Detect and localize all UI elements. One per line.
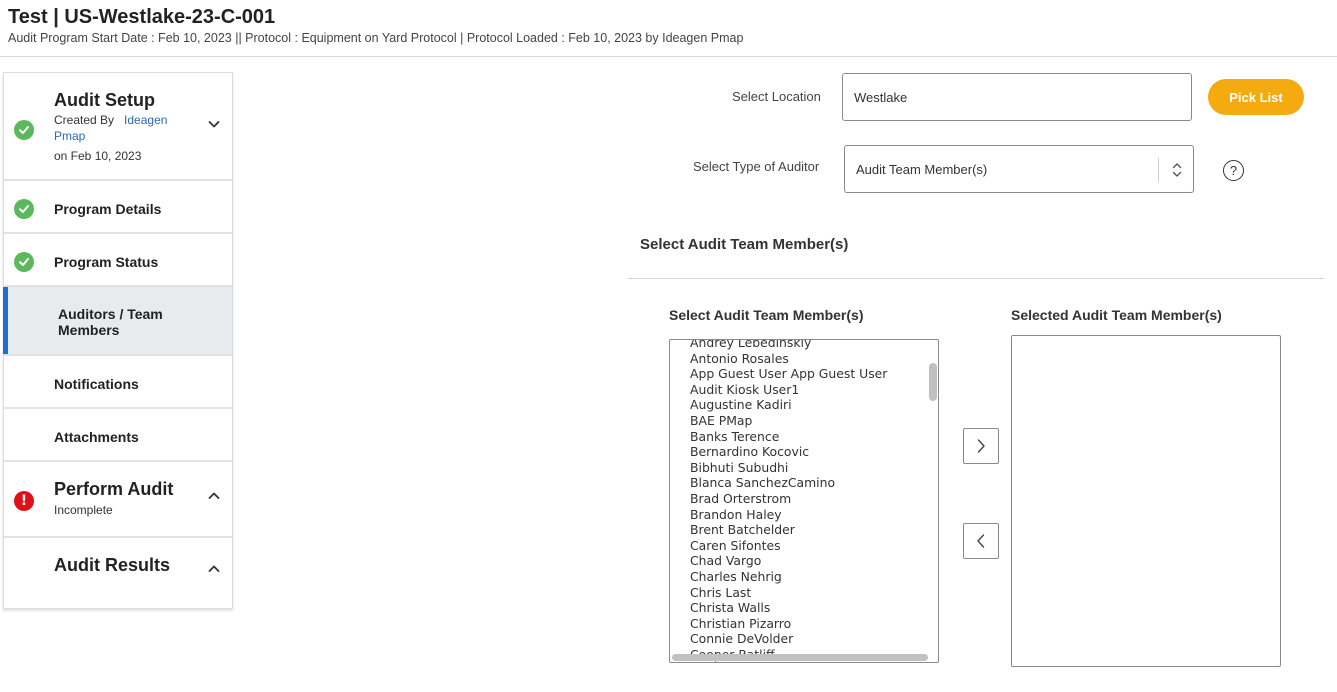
section-title-audit-results: Audit Results [54, 555, 171, 575]
up-down-caret-icon [1172, 163, 1182, 177]
check-icon [14, 120, 34, 140]
section-divider [628, 278, 1324, 279]
auditor-type-value: Audit Team Member(s) [856, 161, 988, 177]
location-label: Select Location [732, 89, 821, 104]
sidebar-section-perform-audit[interactable]: ! Perform Audit Incomplete [4, 462, 232, 538]
list-item[interactable]: Bernardino Kocovic [690, 444, 924, 460]
list-item[interactable]: Brent Batchelder [690, 522, 924, 538]
list-item[interactable]: Connie DeVolder [690, 631, 924, 647]
list-item[interactable]: Brad Orterstrom [690, 491, 924, 507]
add-member-button[interactable] [963, 428, 999, 464]
selected-members-listbox[interactable] [1011, 335, 1281, 667]
section-title-perform-audit: Perform Audit [54, 479, 174, 499]
list-item[interactable]: Antonio Rosales [690, 351, 924, 367]
list-item[interactable]: Christian Pizarro [690, 616, 924, 632]
pick-list-button[interactable]: Pick List [1208, 79, 1304, 115]
auditor-type-select[interactable]: Audit Team Member(s) [844, 145, 1194, 193]
selected-members-heading: Selected Audit Team Member(s) [1011, 307, 1222, 323]
sidebar-nav: Audit Setup Created By Ideagen Pmap on F… [3, 72, 233, 609]
vertical-scrollbar[interactable] [929, 363, 937, 401]
chevron-left-icon [977, 534, 985, 548]
location-field[interactable]: Westlake [842, 73, 1192, 121]
location-value: Westlake [854, 89, 908, 105]
sidebar-item-label: Program Details [54, 201, 162, 217]
list-item[interactable]: Bibhuti Subudhi [690, 460, 924, 476]
exclamation-icon: ! [14, 491, 34, 511]
created-by-info: Created By Ideagen Pmap [54, 112, 174, 144]
list-item[interactable]: Blanca SanchezCamino [690, 475, 924, 491]
sidebar-item-label: Attachments [54, 429, 139, 445]
list-item[interactable]: App Guest User App Guest User [690, 366, 924, 382]
select-separator [1158, 158, 1159, 182]
available-members-list: Andrey Lebedinskiy Antonio Rosales App Gue… [690, 340, 924, 662]
sidebar-item-label: Auditors / Team Members [58, 306, 163, 338]
chevron-down-icon[interactable] [208, 118, 220, 130]
list-item[interactable]: Audit Kiosk User1 [690, 382, 924, 398]
chevron-up-icon[interactable] [208, 490, 220, 502]
header-divider [0, 56, 1337, 57]
sidebar-item-notifications[interactable]: Notifications [4, 356, 232, 409]
page-title: Test | US-Westlake-23-C-001 [8, 6, 276, 28]
section-title-audit-setup: Audit Setup [54, 90, 155, 110]
list-item[interactable]: Caren Sifontes [690, 538, 924, 554]
page-header: Test | US-Westlake-23-C-001 Audit Progra… [8, 4, 1337, 46]
remove-member-button[interactable] [963, 523, 999, 559]
perform-audit-status: Incomplete [54, 503, 113, 517]
list-item[interactable]: Chad Vargo [690, 553, 924, 569]
list-item[interactable]: Chris Last [690, 585, 924, 601]
created-by-label: Created By [54, 113, 115, 127]
sidebar-item-label: Notifications [54, 376, 139, 392]
available-members-heading: Select Audit Team Member(s) [669, 307, 864, 323]
sidebar-item-attachments[interactable]: Attachments [4, 409, 232, 462]
created-on-date: on Feb 10, 2023 [54, 149, 142, 163]
list-item[interactable]: Andrey Lebedinskiy [690, 340, 924, 351]
horizontal-scrollbar[interactable] [672, 654, 928, 661]
list-item[interactable]: Brandon Haley [690, 507, 924, 523]
sidebar-item-program-status[interactable]: Program Status [4, 234, 232, 287]
help-icon[interactable]: ? [1223, 160, 1244, 181]
list-item[interactable]: Augustine Kadiri [690, 397, 924, 413]
list-item[interactable]: Christa Walls [690, 600, 924, 616]
list-item[interactable]: BAE PMap [690, 413, 924, 429]
check-icon [14, 252, 34, 272]
sidebar-item-auditors-team-members[interactable]: Auditors / Team Members [3, 287, 232, 356]
sidebar-section-audit-setup[interactable]: Audit Setup Created By Ideagen Pmap on F… [4, 73, 232, 181]
list-item[interactable]: Banks Terence [690, 429, 924, 445]
list-item[interactable]: Charles Nehrig [690, 569, 924, 585]
sidebar-item-program-details[interactable]: Program Details [4, 181, 232, 234]
available-members-listbox[interactable]: Andrey Lebedinskiy Antonio Rosales App Gue… [669, 339, 939, 663]
page-subtitle: Audit Program Start Date : Feb 10, 2023 … [8, 31, 744, 45]
sidebar-section-audit-results[interactable]: Audit Results [4, 538, 232, 608]
check-icon [14, 199, 34, 219]
chevron-up-icon[interactable] [208, 563, 220, 575]
sidebar-item-label: Program Status [54, 254, 159, 270]
team-section-heading: Select Audit Team Member(s) [640, 236, 849, 253]
chevron-right-icon [977, 439, 985, 453]
auditor-type-label: Select Type of Auditor [693, 159, 820, 174]
